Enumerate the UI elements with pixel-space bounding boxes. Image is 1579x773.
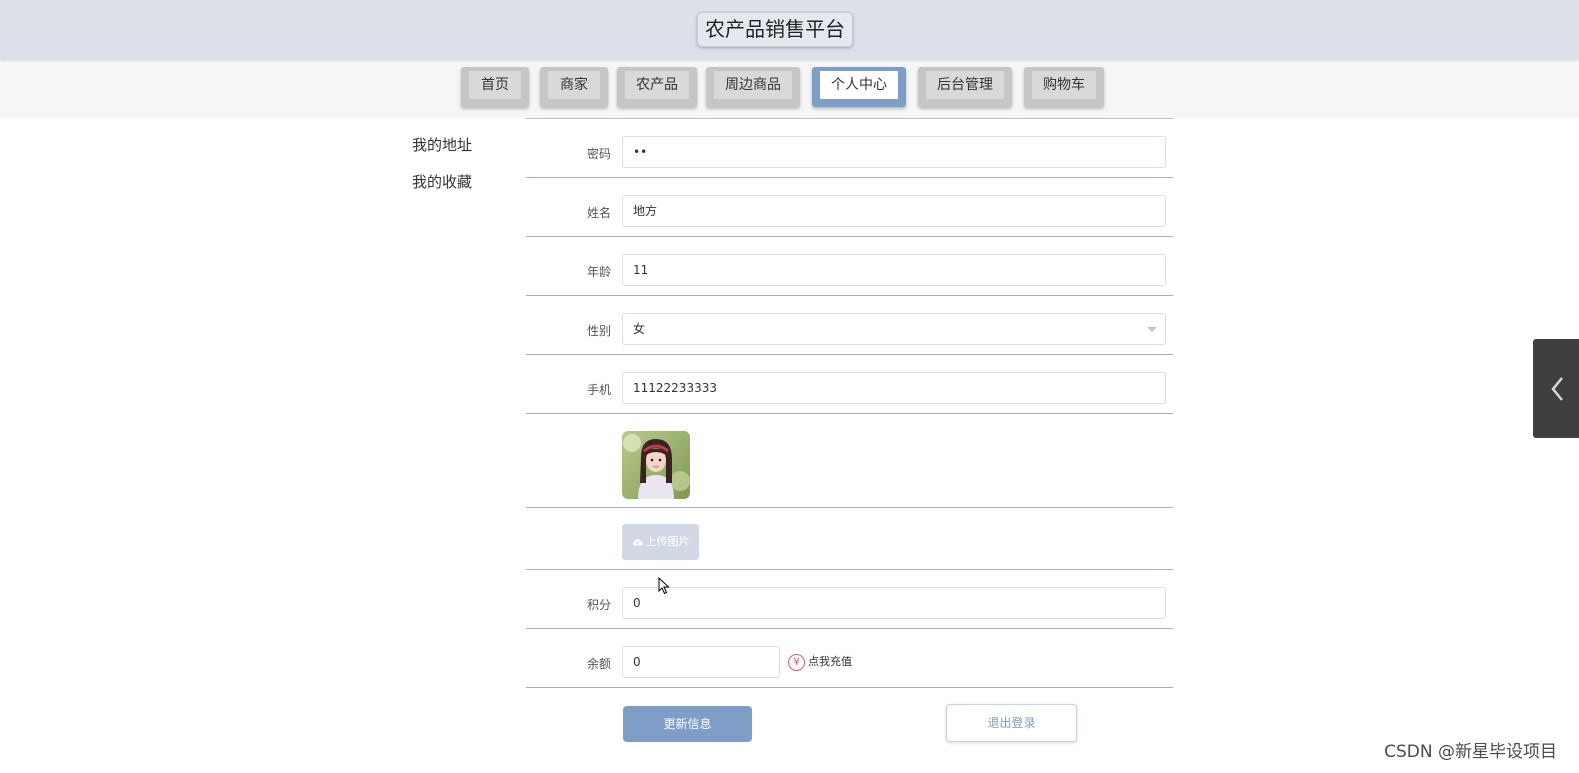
- age-field[interactable]: 11: [622, 254, 1166, 286]
- watermark: CSDN @新星毕设项目: [1384, 742, 1557, 762]
- phone-field[interactable]: 11122233333: [622, 372, 1166, 404]
- password-field[interactable]: ••: [622, 136, 1166, 168]
- nav-label: 购物车: [1032, 71, 1096, 99]
- nav-cart[interactable]: 购物车: [1024, 67, 1104, 107]
- balance-field[interactable]: 0: [622, 646, 780, 678]
- age-label: 年龄: [586, 265, 611, 279]
- upload-image-button[interactable]: 上传图片: [622, 524, 699, 560]
- nav-merchandise[interactable]: 周边商品: [706, 67, 800, 107]
- sidebar-item-my-favorites[interactable]: 我的收藏: [412, 171, 472, 192]
- phone-label: 手机: [586, 383, 611, 397]
- avatar: [622, 431, 690, 499]
- name-label: 姓名: [586, 206, 611, 220]
- password-label: 密码: [586, 147, 611, 161]
- gender-label: 性别: [586, 324, 611, 338]
- nav-admin[interactable]: 后台管理: [918, 67, 1012, 107]
- yen-icon: ¥: [788, 653, 805, 671]
- avatar-photo: [622, 431, 690, 499]
- name-row: 姓名 地方: [526, 178, 1173, 237]
- site-title: 农产品销售平台: [697, 12, 853, 47]
- nav-agri-products[interactable]: 农产品: [617, 67, 697, 107]
- recharge-label: 点我充值: [808, 655, 852, 668]
- gender-select-value: 女: [633, 322, 646, 336]
- nav-label: 后台管理: [926, 71, 1004, 99]
- nav-label: 商家: [548, 71, 600, 99]
- password-row: 密码 ••: [526, 119, 1173, 178]
- upload-image-label: 上传图片: [645, 535, 690, 548]
- side-panel-toggle[interactable]: [1533, 339, 1579, 438]
- avatar-row: [526, 414, 1173, 508]
- upload-row: 上传图片: [526, 508, 1173, 570]
- top-header: 农产品销售平台: [0, 0, 1579, 60]
- main-nav: 首页 商家 农产品 周边商品 个人中心 后台管理 购物车: [0, 62, 1579, 118]
- points-label: 积分: [586, 598, 611, 612]
- name-field[interactable]: 地方: [622, 195, 1166, 227]
- points-field[interactable]: 0: [622, 587, 1166, 619]
- mouse-cursor-icon: [658, 577, 670, 595]
- nav-label: 农产品: [625, 71, 689, 99]
- nav-personal-center[interactable]: 个人中心: [812, 67, 906, 107]
- balance-row: 余额 0 ¥ 点我充值: [526, 629, 1173, 688]
- balance-label: 余额: [586, 657, 611, 671]
- phone-row: 手机 11122233333: [526, 355, 1173, 414]
- logout-button[interactable]: 退出登录: [946, 704, 1077, 742]
- age-row: 年龄 11: [526, 237, 1173, 296]
- nav-label: 周边商品: [714, 71, 792, 99]
- chevron-left-icon: [1551, 377, 1563, 401]
- update-info-button[interactable]: 更新信息: [623, 706, 752, 742]
- gender-select[interactable]: 女: [622, 313, 1166, 345]
- nav-label: 个人中心: [820, 71, 898, 99]
- cloud-upload-icon: [632, 539, 643, 546]
- points-row: 积分 0: [526, 570, 1173, 629]
- chevron-down-icon: [1147, 327, 1157, 332]
- nav-merchants[interactable]: 商家: [540, 67, 608, 107]
- nav-label: 首页: [469, 71, 521, 99]
- nav-home[interactable]: 首页: [461, 67, 529, 107]
- recharge-link[interactable]: ¥ 点我充值: [788, 652, 852, 672]
- gender-row: 性别 女: [526, 296, 1173, 355]
- sidebar-item-my-address[interactable]: 我的地址: [412, 134, 472, 155]
